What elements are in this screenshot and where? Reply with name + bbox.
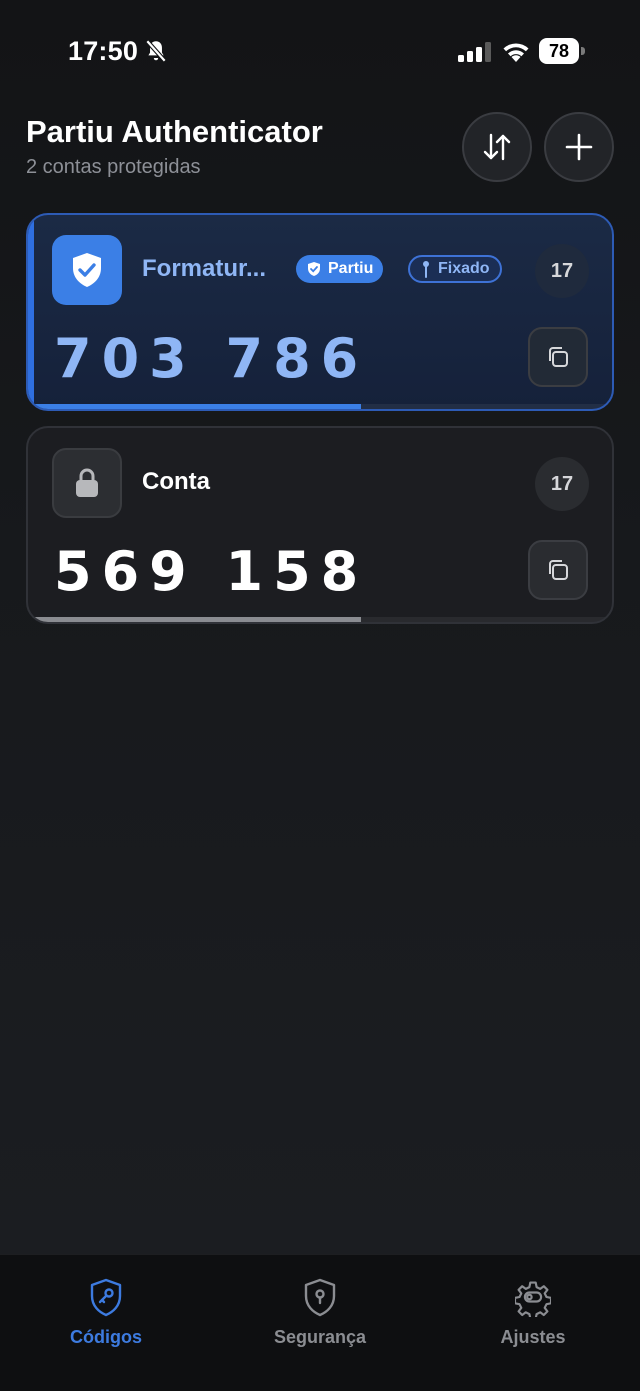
tab-codigos[interactable]: Códigos <box>6 1277 206 1357</box>
tab-seguranca[interactable]: Segurança <box>220 1277 420 1357</box>
gear-icon <box>515 1281 551 1317</box>
status-bar: 17:50 78 <box>0 0 640 100</box>
partiu-badge: Partiu <box>296 255 384 283</box>
add-account-button[interactable] <box>544 112 614 182</box>
sort-button[interactable] <box>462 112 532 182</box>
battery-indicator: 78 <box>539 38 585 64</box>
status-time: 17:50 <box>68 36 139 66</box>
lock-icon <box>76 468 98 497</box>
badge-label: Partiu <box>328 260 374 277</box>
copy-code-button[interactable] <box>528 540 588 600</box>
badge-label: Fixado <box>438 260 490 277</box>
copy-icon <box>549 347 568 367</box>
account-card[interactable]: Formatur... Partiu Fixado 17 703 786 <box>26 213 614 411</box>
battery-level: 78 <box>548 41 570 61</box>
copy-code-button[interactable] <box>528 327 588 387</box>
tab-ajustes[interactable]: Ajustes <box>433 1277 633 1357</box>
page-subtitle: 2 contas protegidas <box>26 156 201 178</box>
shield-key-icon <box>90 1278 122 1317</box>
bell-muted-icon <box>145 39 167 63</box>
shield-check-icon <box>308 262 320 276</box>
countdown-timer: 17 <box>535 457 589 511</box>
account-name: Formatur... <box>142 255 267 282</box>
wifi-icon <box>503 43 529 62</box>
pinned-indicator <box>28 215 34 409</box>
pinned-badge: Fixado <box>408 255 502 283</box>
time-progress-bar <box>28 404 361 409</box>
countdown-timer: 17 <box>535 244 589 298</box>
copy-icon <box>549 560 568 580</box>
pin-icon <box>423 261 429 278</box>
plus-icon <box>565 133 593 161</box>
sort-arrows-icon <box>483 133 511 161</box>
tab-label: Segurança <box>273 1327 367 1347</box>
account-avatar <box>52 448 122 518</box>
tab-bar: Códigos Segurança Ajustes <box>0 1254 640 1391</box>
account-avatar <box>52 235 122 305</box>
otp-code[interactable]: 569 158 <box>54 540 368 603</box>
shield-check-icon <box>73 253 101 287</box>
account-name: Conta <box>142 468 210 495</box>
account-card[interactable]: Conta 17 569 158 <box>26 426 614 624</box>
otp-code[interactable]: 703 786 <box>54 327 368 390</box>
tab-label: Códigos <box>70 1327 142 1347</box>
shield-lock-icon <box>304 1278 336 1317</box>
page-title: Partiu Authenticator <box>26 114 323 149</box>
cellular-signal-icon <box>458 42 491 62</box>
tab-label: Ajustes <box>500 1327 566 1347</box>
time-progress-bar <box>28 617 361 622</box>
